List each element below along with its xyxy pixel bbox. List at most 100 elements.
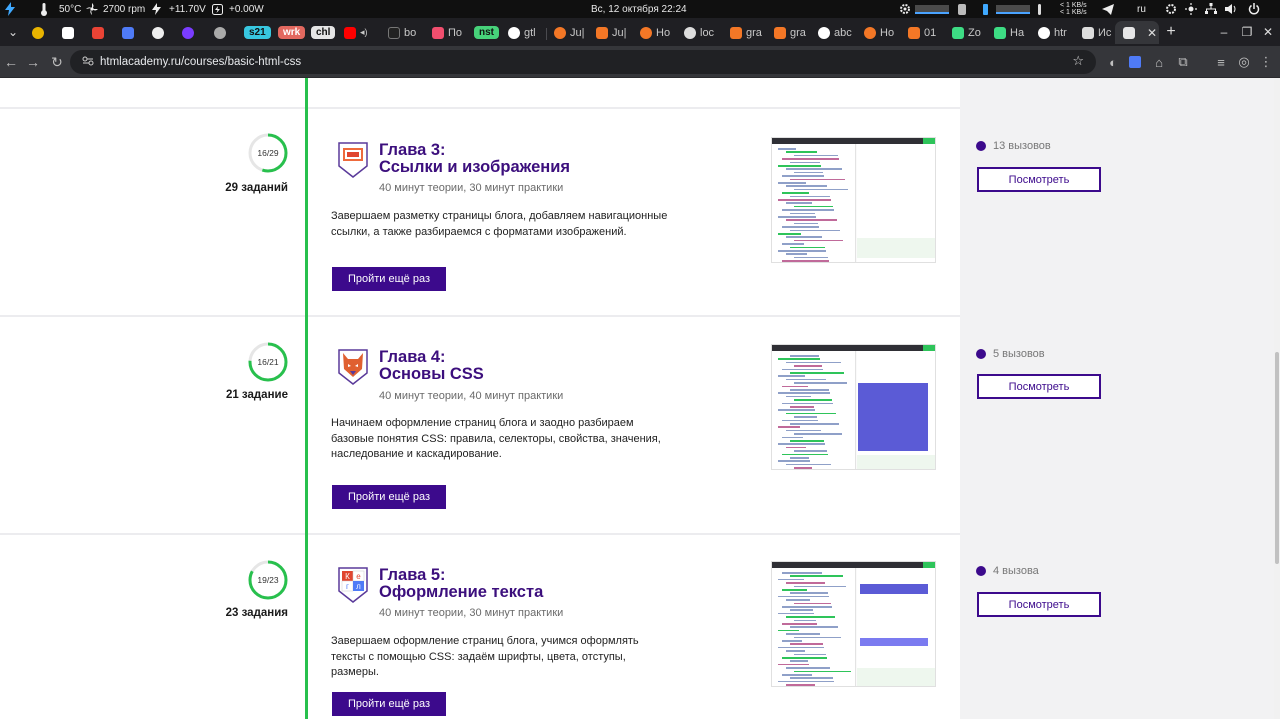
preview-code-line <box>782 572 822 574</box>
tab-chl[interactable]: chl <box>303 21 339 44</box>
preview-code-line <box>794 433 842 435</box>
tab-01[interactable]: 01 <box>900 21 944 44</box>
preview-code-line <box>778 663 809 666</box>
volume-icon[interactable] <box>1225 0 1237 18</box>
section-divider <box>0 533 960 535</box>
tab-jupyter-2[interactable]: Ju| <box>588 21 632 44</box>
fan-icon <box>86 0 98 18</box>
browser-menu-icon[interactable]: ⋮ <box>1257 53 1275 71</box>
forward-arrow-icon[interactable]: → <box>22 51 44 73</box>
tab-zo[interactable]: Zo <box>944 21 986 44</box>
preview-code-line <box>790 626 838 628</box>
preview-code-line <box>782 453 828 456</box>
tab-loc[interactable]: loc <box>676 21 722 44</box>
tab-is[interactable]: Ис <box>1074 21 1114 44</box>
network-up-rate: < 1 KB/s <box>1060 2 1087 9</box>
tab-gtl[interactable]: gtl <box>500 21 546 44</box>
tab-github[interactable] <box>144 21 166 44</box>
reading-list-icon[interactable]: ≡ <box>1212 53 1230 71</box>
app-menu-icon[interactable] <box>4 0 16 18</box>
chapter-description: Начинаем оформление страниц блога и заод… <box>331 417 661 460</box>
preview-code-line <box>794 467 812 469</box>
bookmark-star-icon[interactable]: ☆ <box>1072 53 1084 69</box>
thermometer-icon <box>40 0 48 18</box>
address-bar[interactable]: htmlacademy.ru/courses/basic-html-css ☆ <box>70 50 1096 74</box>
tab-abc[interactable]: abc <box>810 21 858 44</box>
fan-speed-readout: 2700 rpm <box>103 3 146 15</box>
back-arrow-icon[interactable]: ← <box>0 51 22 73</box>
tab-docs[interactable] <box>114 21 136 44</box>
extension-icon[interactable]: ⌂ <box>1150 53 1168 71</box>
tab-pinned-3[interactable] <box>174 21 196 44</box>
tab-gra-1[interactable]: gra <box>722 21 766 44</box>
chapter-title[interactable]: Глава 4: Основы CSS <box>379 349 484 383</box>
tab-htr[interactable]: htr <box>1030 21 1074 44</box>
chapter-preview-screenshot[interactable] <box>771 137 936 263</box>
tab-nst[interactable]: nst <box>466 21 500 44</box>
site-info-icon[interactable] <box>82 55 94 70</box>
jupyter-icon <box>640 26 652 39</box>
translate-extension-icon[interactable] <box>1126 53 1144 71</box>
tab-ho-2[interactable]: Ho <box>856 21 902 44</box>
notebook-icon <box>774 26 786 39</box>
minimize-icon[interactable]: – <box>1213 21 1235 43</box>
retry-chapter-button[interactable]: Пройти ещё раз <box>332 485 446 509</box>
settings-tray-icon[interactable] <box>1165 0 1177 18</box>
close-tab-icon[interactable]: ✕ <box>1147 26 1157 40</box>
tab-pinned-4[interactable] <box>206 21 228 44</box>
badge-letter: К <box>345 572 350 581</box>
tab-na[interactable]: На <box>986 21 1030 44</box>
retry-chapter-button[interactable]: Пройти ещё раз <box>332 267 446 291</box>
tab-gmail[interactable] <box>84 21 106 44</box>
network-down-rate: < 1 KB/s <box>1060 9 1087 16</box>
view-calls-button[interactable]: Посмотреть <box>977 592 1101 617</box>
android-icon <box>994 26 1006 39</box>
chapter-preview-screenshot[interactable] <box>771 344 936 470</box>
tab-pinned-1[interactable] <box>24 21 46 44</box>
telegram-tray-icon[interactable] <box>1102 0 1114 18</box>
preview-code-line <box>786 253 807 255</box>
new-tab-plus-icon[interactable]: + <box>1160 21 1182 43</box>
chapter-title[interactable]: Глава 5: Оформление текста <box>379 567 543 601</box>
retry-chapter-button[interactable]: Пройти ещё раз <box>332 692 446 716</box>
scrollbar-thumb[interactable] <box>1275 352 1279 564</box>
brightness-icon[interactable] <box>1185 0 1197 18</box>
close-window-icon[interactable]: ✕ <box>1257 21 1279 43</box>
preview-code-line <box>790 609 813 611</box>
preview-code-line <box>794 382 847 384</box>
view-calls-button[interactable]: Посмотреть <box>977 167 1101 192</box>
clock[interactable]: Вс, 12 октября 22:24 <box>591 0 687 18</box>
preview-code-line <box>778 165 821 167</box>
calls-bullet <box>976 349 986 359</box>
tab-po[interactable]: По <box>424 21 468 44</box>
tab-active-htmlacademy[interactable]: ✕ <box>1115 21 1159 44</box>
tab-pinned-2[interactable] <box>54 21 76 44</box>
chapter-progress-ring: 16/21 <box>247 341 289 383</box>
extension-dark-icon[interactable]: ◐ <box>1104 53 1122 71</box>
tab-bo[interactable]: bo <box>380 21 424 44</box>
power-menu-icon[interactable] <box>1248 0 1260 18</box>
tab-youtube[interactable]: ◂) <box>336 21 376 44</box>
tab-s21[interactable]: s21 <box>236 21 272 44</box>
tab-jupyter-1[interactable]: Ju| <box>546 21 590 44</box>
preview-code-line <box>786 633 820 635</box>
preview-code-line <box>794 670 851 673</box>
preview-code-line <box>782 657 827 659</box>
chapter-preview-screenshot[interactable] <box>771 561 936 687</box>
view-calls-button[interactable]: Посмотреть <box>977 374 1101 399</box>
tab-ho-1[interactable]: Ho <box>632 21 678 44</box>
reload-icon[interactable]: ↻ <box>46 51 68 73</box>
preview-code-line <box>778 460 810 462</box>
network-tray-icon[interactable] <box>1205 0 1217 18</box>
chapter-progress-ring: 19/23 <box>247 559 289 601</box>
keyboard-layout[interactable]: ru <box>1137 0 1146 18</box>
chapter-title[interactable]: Глава 3: Ссылки и изображения <box>379 142 570 176</box>
profile-avatar-icon[interactable]: ◎ <box>1235 53 1253 71</box>
page-scrollbar[interactable] <box>1274 78 1280 719</box>
tab-search-chevron-icon[interactable]: ⌄ <box>2 21 24 43</box>
disk-meter <box>996 0 1030 18</box>
extensions-puzzle-icon[interactable]: ⧉ <box>1174 53 1192 71</box>
tab-gra-2[interactable]: gra <box>766 21 810 44</box>
cpu-load-meter <box>915 0 949 18</box>
restore-icon[interactable]: ❐ <box>1236 21 1258 43</box>
